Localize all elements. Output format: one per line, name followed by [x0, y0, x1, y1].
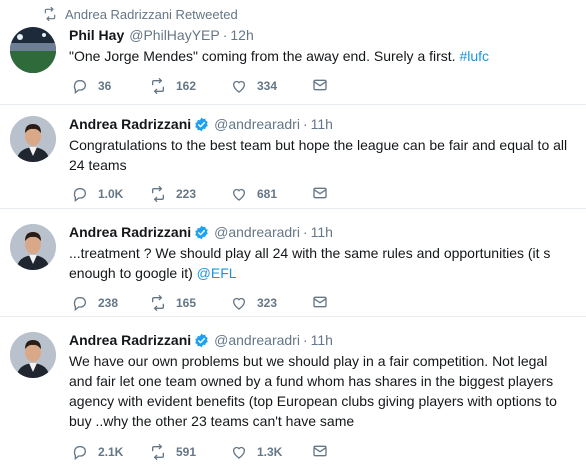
tweet-text-line: We have our own problems but we should p… [69, 353, 548, 369]
reply-icon [73, 446, 86, 460]
retweet-icon [152, 444, 164, 460]
author-name[interactable]: Andrea Radrizzani [69, 116, 191, 132]
envelope-icon [313, 296, 327, 308]
heart-icon [233, 188, 245, 201]
separator-dot: · [302, 116, 308, 132]
tweet-text: We have our own problems but we should p… [69, 351, 581, 431]
reply-button[interactable]: 2.1K [72, 443, 123, 461]
retweet-button[interactable]: 162 [150, 77, 196, 95]
direct-message-button[interactable] [312, 294, 338, 310]
retweet-count: 591 [176, 445, 197, 459]
author-name[interactable]: Phil Hay [69, 27, 124, 43]
verified-badge-icon [195, 333, 208, 347]
person-avatar-image [10, 224, 56, 270]
retweet-context: Andrea Radrizzani Retweeted [43, 6, 238, 22]
tweet-header: Andrea Radrizzani @andrearadri · 11h [69, 116, 333, 132]
like-count: 334 [257, 79, 278, 93]
direct-message-button[interactable] [312, 77, 338, 93]
like-button[interactable]: 334 [231, 77, 277, 95]
tweet-text-line: buy ..why the other 23 teams can't have … [69, 413, 355, 429]
avatar[interactable] [10, 332, 56, 378]
tweet-text-line: agency with evident benefits (top Europe… [69, 393, 557, 409]
reply-icon [73, 80, 86, 94]
person-avatar-image [10, 332, 56, 378]
author-handle[interactable]: @PhilHayYEP [129, 27, 219, 43]
mention-link[interactable]: @EFL [197, 265, 237, 281]
separator-dot: · [222, 27, 228, 43]
reply-button[interactable]: 1.0K [72, 185, 123, 203]
tweet-phil-hay[interactable]: Andrea Radrizzani Retweeted Phil Hay @Ph… [0, 0, 586, 105]
heart-icon [233, 80, 245, 93]
retweet-count: 165 [176, 296, 197, 310]
reply-button[interactable]: 238 [72, 294, 118, 312]
tweet-feed: Andrea Radrizzani Retweeted Phil Hay @Ph… [0, 0, 586, 471]
avatar[interactable] [10, 116, 56, 162]
tweet-text-body: "One Jorge Mendes" coming from the away … [69, 48, 460, 64]
reply-count: 36 [98, 79, 112, 93]
retweet-button[interactable]: 165 [150, 294, 196, 312]
retweet-icon [152, 295, 164, 311]
avatar[interactable] [10, 27, 56, 73]
direct-message-button[interactable] [312, 185, 338, 201]
like-count: 323 [257, 296, 278, 310]
like-count: 681 [257, 187, 278, 201]
retweet-icon [152, 78, 164, 94]
retweet-button[interactable]: 223 [150, 185, 196, 203]
tweet-text: "One Jorge Mendes" coming from the away … [69, 46, 581, 66]
stadium-avatar-image [10, 27, 56, 73]
author-name[interactable]: Andrea Radrizzani [69, 224, 191, 240]
retweet-icon [152, 186, 164, 202]
like-button[interactable]: 323 [231, 294, 277, 312]
reply-count: 2.1K [98, 445, 124, 459]
direct-message-button[interactable] [312, 443, 338, 459]
reply-button[interactable]: 36 [72, 77, 111, 95]
author-handle[interactable]: @andrearadri [214, 116, 300, 132]
reply-count: 1.0K [98, 187, 124, 201]
timestamp[interactable]: 11h [311, 116, 333, 132]
verified-badge-icon [195, 117, 208, 131]
reply-icon [73, 297, 86, 311]
avatar[interactable] [10, 224, 56, 270]
like-button[interactable]: 1.3K [231, 443, 282, 461]
retweet-count: 223 [176, 187, 197, 201]
timestamp[interactable]: 12h [230, 27, 253, 43]
timestamp[interactable]: 11h [311, 224, 333, 240]
heart-icon [233, 297, 245, 310]
retweet-count: 162 [176, 79, 197, 93]
tweet-text: ...treatment ? We should play all 24 wit… [69, 243, 581, 283]
tweet-text-line: Congratulations to the best team but hop… [69, 137, 568, 153]
reply-count: 238 [98, 296, 119, 310]
like-button[interactable]: 681 [231, 185, 277, 203]
envelope-icon [313, 445, 327, 457]
verified-badge-icon [195, 225, 208, 239]
author-name[interactable]: Andrea Radrizzani [69, 332, 191, 348]
separator-dot: · [302, 332, 308, 348]
timestamp[interactable]: 11h [311, 332, 333, 348]
tweet-text-line: enough to google it) [69, 265, 197, 281]
envelope-icon [313, 79, 327, 91]
hashtag-link[interactable]: #lufc [459, 48, 489, 64]
separator-dot: · [302, 224, 308, 240]
retweet-icon [44, 7, 56, 21]
tweet-text-line: ...treatment ? We should play all 24 wit… [69, 245, 551, 261]
like-count: 1.3K [257, 445, 283, 459]
tweet-andrea-2[interactable]: Andrea Radrizzani @andrearadri · 11h ...… [0, 209, 586, 317]
tweet-header: Phil Hay @PhilHayYEP · 12h [69, 27, 254, 43]
author-handle[interactable]: @andrearadri [214, 332, 300, 348]
author-handle[interactable]: @andrearadri [214, 224, 300, 240]
tweet-andrea-1[interactable]: Andrea Radrizzani @andrearadri · 11h Con… [0, 105, 586, 209]
tweet-text: Congratulations to the best team but hop… [69, 135, 581, 175]
tweet-header: Andrea Radrizzani @andrearadri · 11h [69, 224, 333, 240]
envelope-icon [313, 187, 327, 199]
retweet-button[interactable]: 591 [150, 443, 196, 461]
tweet-text-line: 24 teams [69, 157, 127, 173]
tweet-header: Andrea Radrizzani @andrearadri · 11h [69, 332, 333, 348]
tweet-text-line: and fair let one team owned by a fund wh… [69, 373, 554, 389]
reply-icon [73, 188, 86, 202]
person-avatar-image [10, 116, 56, 162]
heart-icon [233, 446, 245, 459]
tweet-andrea-3[interactable]: Andrea Radrizzani @andrearadri · 11h We … [0, 317, 586, 471]
retweet-context-label: Andrea Radrizzani Retweeted [65, 6, 238, 22]
